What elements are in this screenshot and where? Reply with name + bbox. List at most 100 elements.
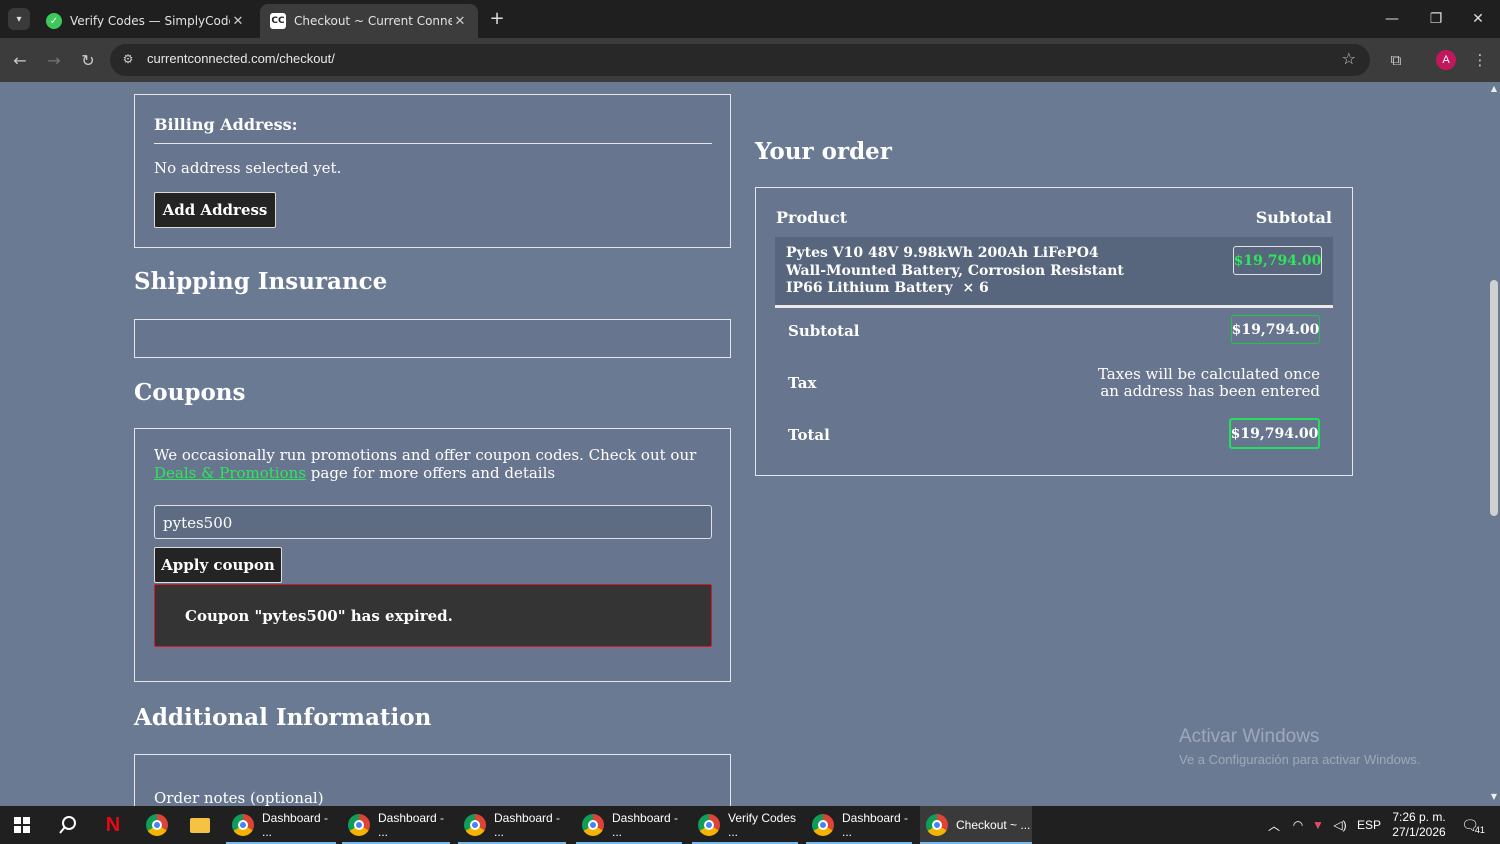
taskbar-window-label: Checkout ~ ...	[956, 818, 1031, 832]
chrome-icon	[232, 814, 254, 836]
currentconnected-icon: CC	[270, 13, 286, 29]
volume-icon[interactable]: ◁)	[1330, 806, 1350, 844]
tab-search-button[interactable]: ▾	[8, 8, 30, 30]
divider	[154, 143, 712, 144]
deals-promotions-link[interactable]: Deals & Promotions	[154, 464, 306, 482]
close-tab-icon[interactable]: ✕	[230, 14, 246, 29]
coupon-intro-text: We occasionally run promotions and offer…	[154, 446, 697, 464]
profile-avatar[interactable]: A	[1436, 50, 1456, 70]
forward-button[interactable]: →	[42, 48, 66, 72]
coupon-intro: We occasionally run promotions and offer…	[154, 446, 714, 482]
address-bar[interactable]: ⚙ currentconnected.com/checkout/ ☆	[110, 44, 1370, 76]
coupon-error-notice: Coupon "pytes500" has expired.	[154, 584, 712, 647]
browser-tab-checkout[interactable]: CC Checkout ~ Current Connected ✕	[260, 4, 478, 38]
shipping-insurance-heading: Shipping Insurance	[134, 268, 388, 295]
total-value: $19,794.00	[1229, 418, 1320, 449]
bookmark-star-icon[interactable]: ☆	[1342, 49, 1356, 68]
back-button[interactable]: ←	[8, 48, 32, 72]
taskbar-window-verify-codes[interactable]: Verify Codes ...	[692, 806, 798, 844]
chrome-icon	[464, 814, 486, 836]
new-tab-button[interactable]: +	[486, 8, 508, 30]
coupon-code-input[interactable]: pytes500	[154, 505, 712, 539]
close-tab-icon[interactable]: ✕	[452, 14, 468, 29]
product-column-header: Product	[776, 208, 848, 227]
site-info-icon[interactable]: ⚙	[120, 52, 136, 68]
windows-logo-icon	[14, 817, 30, 833]
search-button[interactable]	[46, 806, 90, 844]
menu-icon[interactable]: ⋮	[1468, 48, 1492, 72]
chevron-down-icon: ▾	[16, 13, 22, 25]
item-name-line: Pytes V10 48V 9.98kWh 200Ah LiFePO4	[786, 245, 1099, 261]
browser-tab-strip: ▾ ✓ Verify Codes — SimplyCodes ✕ CC Chec…	[0, 0, 1500, 38]
browser-tab-simplycodes[interactable]: ✓ Verify Codes — SimplyCodes ✕	[36, 4, 256, 38]
tax-note-line: an address has been entered	[1100, 382, 1320, 400]
chrome-icon	[582, 814, 604, 836]
taskbar-window-label: Dashboard - ...	[842, 811, 909, 839]
arrow-left-icon: ←	[13, 50, 27, 70]
scroll-up-arrow-icon[interactable]: ▲	[1489, 84, 1499, 93]
item-name-line: IP66 Lithium Battery	[786, 280, 953, 296]
apply-coupon-button[interactable]: Apply coupon	[154, 547, 282, 583]
taskbar-window-dashboard-2[interactable]: Dashboard - ...	[342, 806, 450, 844]
coupons-heading: Coupons	[134, 379, 246, 406]
chrome-icon	[146, 814, 168, 836]
notification-count: 41	[1474, 825, 1485, 835]
taskbar-window-dashboard-3[interactable]: Dashboard - ...	[458, 806, 566, 844]
coupon-code-value: pytes500	[163, 514, 233, 532]
add-address-button[interactable]: Add Address	[154, 192, 276, 228]
scroll-down-arrow-icon[interactable]: ▼	[1489, 792, 1499, 801]
tax-note-line: Taxes will be calculated once	[1097, 365, 1320, 383]
clock[interactable]: 7:26 p. m. 27/1/2026	[1388, 806, 1450, 844]
start-button[interactable]	[0, 806, 44, 844]
taskbar-window-label: Dashboard - ...	[612, 811, 679, 839]
chrome-icon	[812, 814, 834, 836]
chrome-icon	[698, 814, 720, 836]
subtotal-column-header: Subtotal	[1255, 208, 1332, 227]
activation-watermark-title: Activar Windows	[1179, 726, 1320, 747]
browser-toolbar: ← → ↻ ⚙ currentconnected.com/checkout/ ☆…	[0, 38, 1500, 82]
language-indicator[interactable]: ESP	[1357, 806, 1381, 844]
network-icon[interactable]: ◠	[1288, 806, 1308, 844]
clock-date: 27/1/2026	[1392, 825, 1446, 839]
page-scrollbar[interactable]: ▲ ▼	[1488, 82, 1500, 806]
taskbar-window-label: Verify Codes ...	[728, 811, 797, 839]
taskbar-window-label: Dashboard - ...	[494, 811, 561, 839]
taskbar-window-dashboard-4[interactable]: Dashboard - ...	[576, 806, 682, 844]
restore-button[interactable]: ❐	[1414, 0, 1458, 38]
chrome-pinned-app[interactable]	[136, 806, 178, 844]
additional-information-box: Order notes (optional)	[134, 754, 731, 806]
taskbar-window-checkout[interactable]: Checkout ~ ...	[920, 806, 1032, 844]
extensions-icon[interactable]: ⧉	[1384, 48, 1408, 72]
netflix-icon: N	[105, 813, 121, 836]
billing-address-box: Billing Address: No address selected yet…	[134, 94, 731, 248]
taskbar-window-dashboard-1[interactable]: Dashboard - ...	[226, 806, 336, 844]
notification-center-button[interactable]: 🗨 41	[1458, 806, 1488, 844]
arrow-right-icon: →	[47, 50, 61, 70]
reload-button[interactable]: ↻	[76, 48, 100, 72]
taskbar-window-dashboard-5[interactable]: Dashboard - ...	[806, 806, 912, 844]
order-summary-box: Product Subtotal Pytes V10 48V 9.98kWh 2…	[755, 187, 1353, 476]
vpn-icon[interactable]: ▼	[1308, 806, 1328, 844]
page-content: Billing Address: No address selected yet…	[0, 82, 1488, 806]
simplycodes-icon: ✓	[46, 13, 62, 29]
coupon-error-message: Coupon "pytes500" has expired.	[185, 607, 453, 625]
total-label: Total	[788, 426, 830, 444]
shipping-insurance-field[interactable]	[134, 319, 731, 358]
close-window-button[interactable]: ✕	[1456, 0, 1500, 38]
reload-icon: ↻	[81, 50, 95, 70]
billing-heading: Billing Address:	[154, 115, 298, 134]
file-explorer-app[interactable]	[180, 806, 220, 844]
scrollbar-thumb[interactable]	[1490, 280, 1498, 516]
item-price: $19,794.00	[1233, 246, 1322, 275]
tab-title: Verify Codes — SimplyCodes	[70, 14, 230, 28]
tray-overflow-chevron-icon[interactable]: ︿	[1264, 806, 1284, 844]
chrome-icon	[348, 814, 370, 836]
additional-information-heading: Additional Information	[134, 704, 432, 731]
minimize-button[interactable]: —	[1370, 0, 1414, 38]
tax-note: Taxes will be calculated once an address…	[1098, 366, 1320, 400]
coupon-intro-tail: page for more offers and details	[310, 464, 556, 482]
billing-empty-text: No address selected yet.	[154, 159, 342, 177]
search-icon	[59, 816, 76, 834]
netflix-app[interactable]: N	[92, 806, 134, 844]
subtotal-value: $19,794.00	[1231, 315, 1320, 344]
